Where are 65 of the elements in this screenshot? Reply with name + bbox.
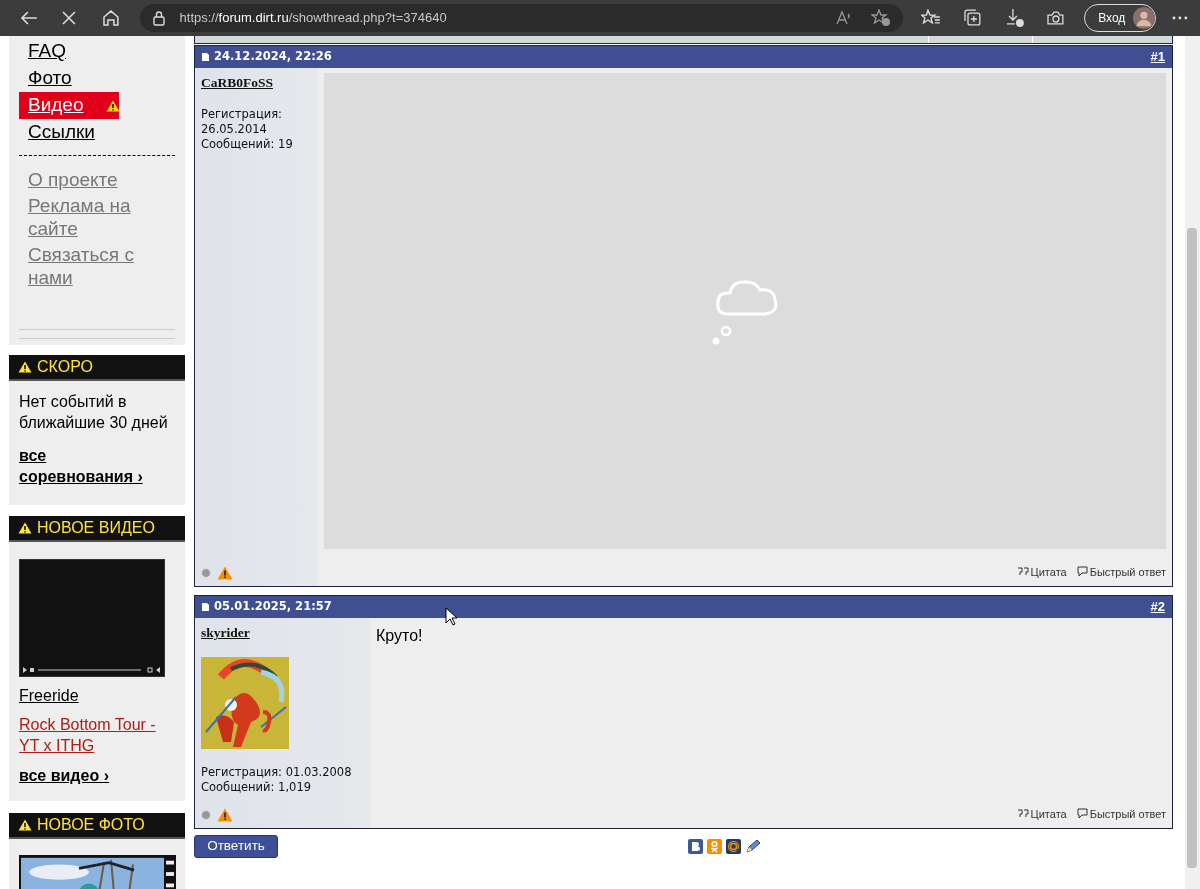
url-text: https://forum.dirt.ru/showthread.php?t=374640 xyxy=(179,9,447,28)
quote-icon xyxy=(1016,567,1029,577)
post-number-link[interactable]: #2 xyxy=(1150,597,1165,617)
nav-link[interactable]: Фото xyxy=(19,65,81,92)
video-controls-icon[interactable] xyxy=(23,667,161,673)
post-text: Круто! xyxy=(376,626,424,646)
nav-link[interactable]: Реклама на сайте xyxy=(28,194,138,240)
all-competitions-link[interactable]: все соревнования › xyxy=(19,445,159,487)
post-count: Сообщений: 19 xyxy=(201,137,294,153)
reply-button[interactable]: Ответить xyxy=(194,835,278,858)
nav-link[interactable]: Ссылки xyxy=(19,119,104,146)
camera-icon[interactable] xyxy=(1046,9,1067,27)
registration-date: Регистрация: 01.03.2008 xyxy=(201,765,353,781)
mouse-cursor-icon xyxy=(445,607,457,626)
video-link[interactable]: Freeride xyxy=(19,685,79,706)
section-title: НОВОЕ ВИДЕО xyxy=(37,518,155,538)
scrollbar[interactable] xyxy=(1185,36,1200,889)
offline-status-icon xyxy=(201,568,211,578)
quick-reply-link[interactable]: Быстрый ответ xyxy=(1076,563,1166,580)
warning-icon xyxy=(18,361,32,373)
back-icon[interactable] xyxy=(20,10,38,26)
close-icon[interactable] xyxy=(61,11,76,25)
warning-icon xyxy=(105,99,120,112)
quote-icon xyxy=(1016,809,1029,819)
vk-icon[interactable] xyxy=(688,839,703,854)
favorites-icon[interactable] xyxy=(920,9,941,27)
post-count: Сообщений: 1,019 xyxy=(201,780,313,796)
section-title: СКОРО xyxy=(37,357,93,377)
nav-link[interactable]: О проекте xyxy=(28,168,138,191)
read-aloud-icon[interactable] xyxy=(834,10,853,26)
home-icon[interactable] xyxy=(101,9,120,27)
post-icon xyxy=(202,53,209,61)
lock-icon xyxy=(151,10,166,26)
report-icon[interactable] xyxy=(217,808,233,822)
events-text: Нет событий в ближайшие 30 дней xyxy=(18,392,169,433)
post-icon xyxy=(202,603,209,611)
pencil-icon[interactable] xyxy=(745,839,761,854)
offline-status-icon xyxy=(201,810,211,820)
more-icon[interactable] xyxy=(1172,16,1189,20)
speech-bubble-icon xyxy=(1076,566,1088,578)
quick-reply-link[interactable]: Быстрый ответ xyxy=(1076,805,1166,822)
speech-bubble-icon xyxy=(1076,808,1088,820)
username-link[interactable]: CaRB0FoSS xyxy=(201,73,273,94)
mail-icon[interactable] xyxy=(726,839,741,854)
registration-date: Регистрация: 26.05.2014 xyxy=(201,107,283,138)
post-date: 05.01.2025, 21:57 xyxy=(214,598,332,616)
nav-link[interactable]: Связаться с нами xyxy=(28,243,138,289)
nav-link[interactable]: FAQ xyxy=(19,38,75,65)
collections-icon[interactable] xyxy=(962,9,983,27)
section-title: НОВОЕ ФОТО xyxy=(37,815,145,835)
post-number-link[interactable]: #1 xyxy=(1150,47,1165,67)
star-add-icon[interactable] xyxy=(870,9,891,27)
address-bar[interactable]: https://forum.dirt.ru/showthread.php?t=374640 xyxy=(139,4,903,32)
post-date: 24.12.2024, 22:26 xyxy=(214,48,332,66)
quote-link[interactable]: Цитата xyxy=(1016,563,1067,580)
warning-icon xyxy=(18,819,32,831)
all-videos-link[interactable]: все видео › xyxy=(19,764,109,788)
quote-link[interactable]: Цитата xyxy=(1016,805,1067,822)
nav-link[interactable]: Видео xyxy=(19,92,119,119)
avatar-icon xyxy=(1133,6,1156,30)
video-link[interactable]: Rock Bottom Tour - YT x ITHG xyxy=(19,714,169,756)
username-link[interactable]: skyrider xyxy=(201,623,250,644)
download-icon[interactable] xyxy=(1004,8,1025,28)
report-icon[interactable] xyxy=(217,566,233,580)
warning-icon xyxy=(18,522,32,534)
